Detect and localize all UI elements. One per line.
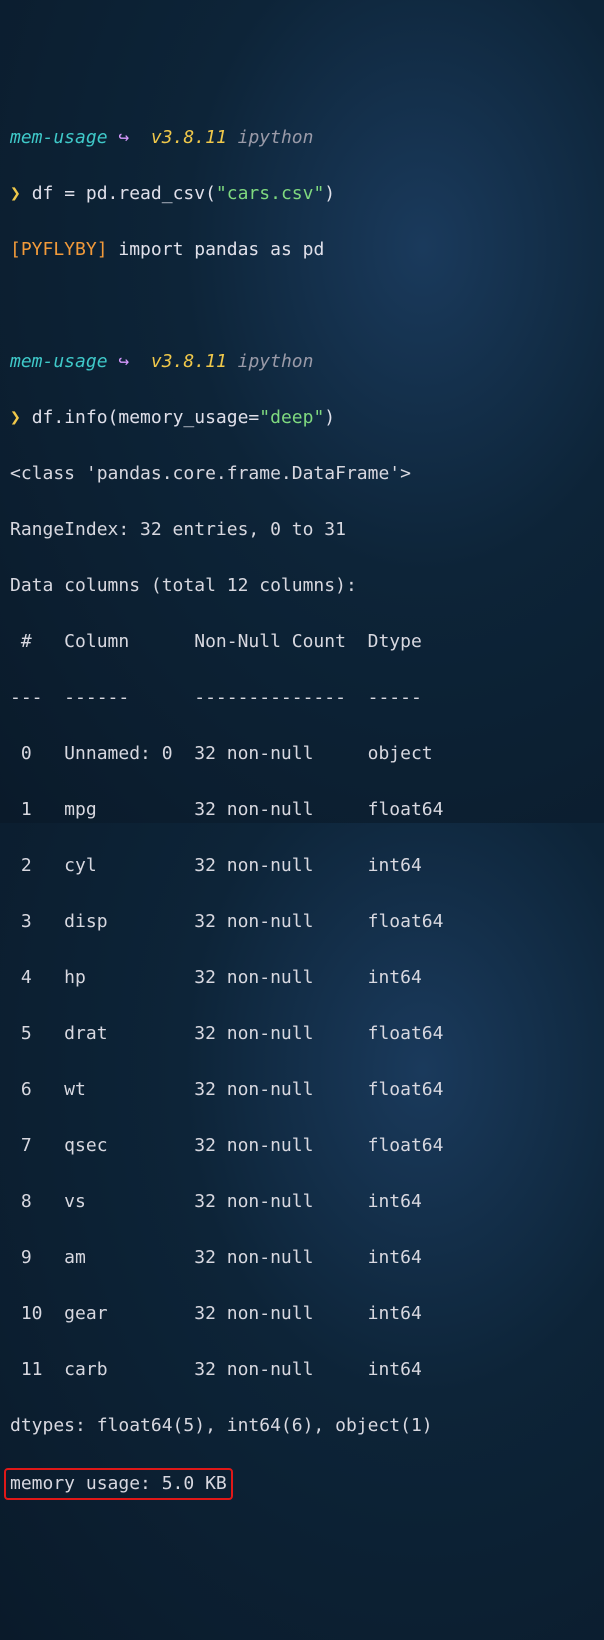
output-memory-usage: memory usage: 5.0 KB [10,1468,594,1500]
python-version: v3.8.11 [151,351,227,372]
output-class: <class 'pandas.core.frame.DataFrame'> [10,460,594,488]
table-row: 7 qsec 32 non-null float64 [10,1132,594,1160]
table-row: 9 am 32 non-null int64 [10,1244,594,1272]
table-row: 0 Unnamed: 0 32 non-null object [10,740,594,768]
output-table-divider: --- ------ -------------- ----- [10,684,594,712]
prompt-line-1: mem-usage ↪ v3.8.11 ipython [10,124,594,152]
table-row: 11 carb 32 non-null int64 [10,1356,594,1384]
pyflyby-msg: import pandas as pd [108,239,325,260]
output-table-header: # Column Non-Null Count Dtype [10,628,594,656]
blank-line [10,292,594,320]
command-string-arg: "deep" [259,407,324,428]
interpreter-name: ipython [238,127,314,148]
command-line-2[interactable]: ❯ df.info(memory_usage="deep") [10,404,594,432]
python-version: v3.8.11 [151,127,227,148]
prompt-line-2: mem-usage ↪ v3.8.11 ipython [10,348,594,376]
table-row: 8 vs 32 non-null int64 [10,1188,594,1216]
pyflyby-line: [PYFLYBY] import pandas as pd [10,236,594,264]
command-string-arg: "cars.csv" [216,183,324,204]
arrow-icon: ↪ [118,351,129,372]
command-text-pre: df.info(memory_usage= [32,407,260,428]
command-text-post: ) [324,183,335,204]
command-text-pre: df = pd.read_csv( [32,183,216,204]
memory-usage-highlight: memory usage: 5.0 KB [4,1468,233,1500]
table-row: 4 hp 32 non-null int64 [10,964,594,992]
arrow-icon: ↪ [118,127,129,148]
output-cols-total: Data columns (total 12 columns): [10,572,594,600]
pyflyby-tag: [PYFLYBY] [10,239,108,260]
env-name: mem-usage [10,351,108,372]
interpreter-name: ipython [238,351,314,372]
command-text-post: ) [324,407,335,428]
prompt-marker: ❯ [10,183,21,204]
output-dtypes: dtypes: float64(5), int64(6), object(1) [10,1412,594,1440]
table-row: 2 cyl 32 non-null int64 [10,852,594,880]
output-range: RangeIndex: 32 entries, 0 to 31 [10,516,594,544]
prompt-marker: ❯ [10,407,21,428]
table-row: 5 drat 32 non-null float64 [10,1020,594,1048]
table-row: 3 disp 32 non-null float64 [10,908,594,936]
table-row: 6 wt 32 non-null float64 [10,1076,594,1104]
env-name: mem-usage [10,127,108,148]
table-row: 10 gear 32 non-null int64 [10,1300,594,1328]
command-line-1[interactable]: ❯ df = pd.read_csv("cars.csv") [10,180,594,208]
table-row: 1 mpg 32 non-null float64 [10,796,594,824]
